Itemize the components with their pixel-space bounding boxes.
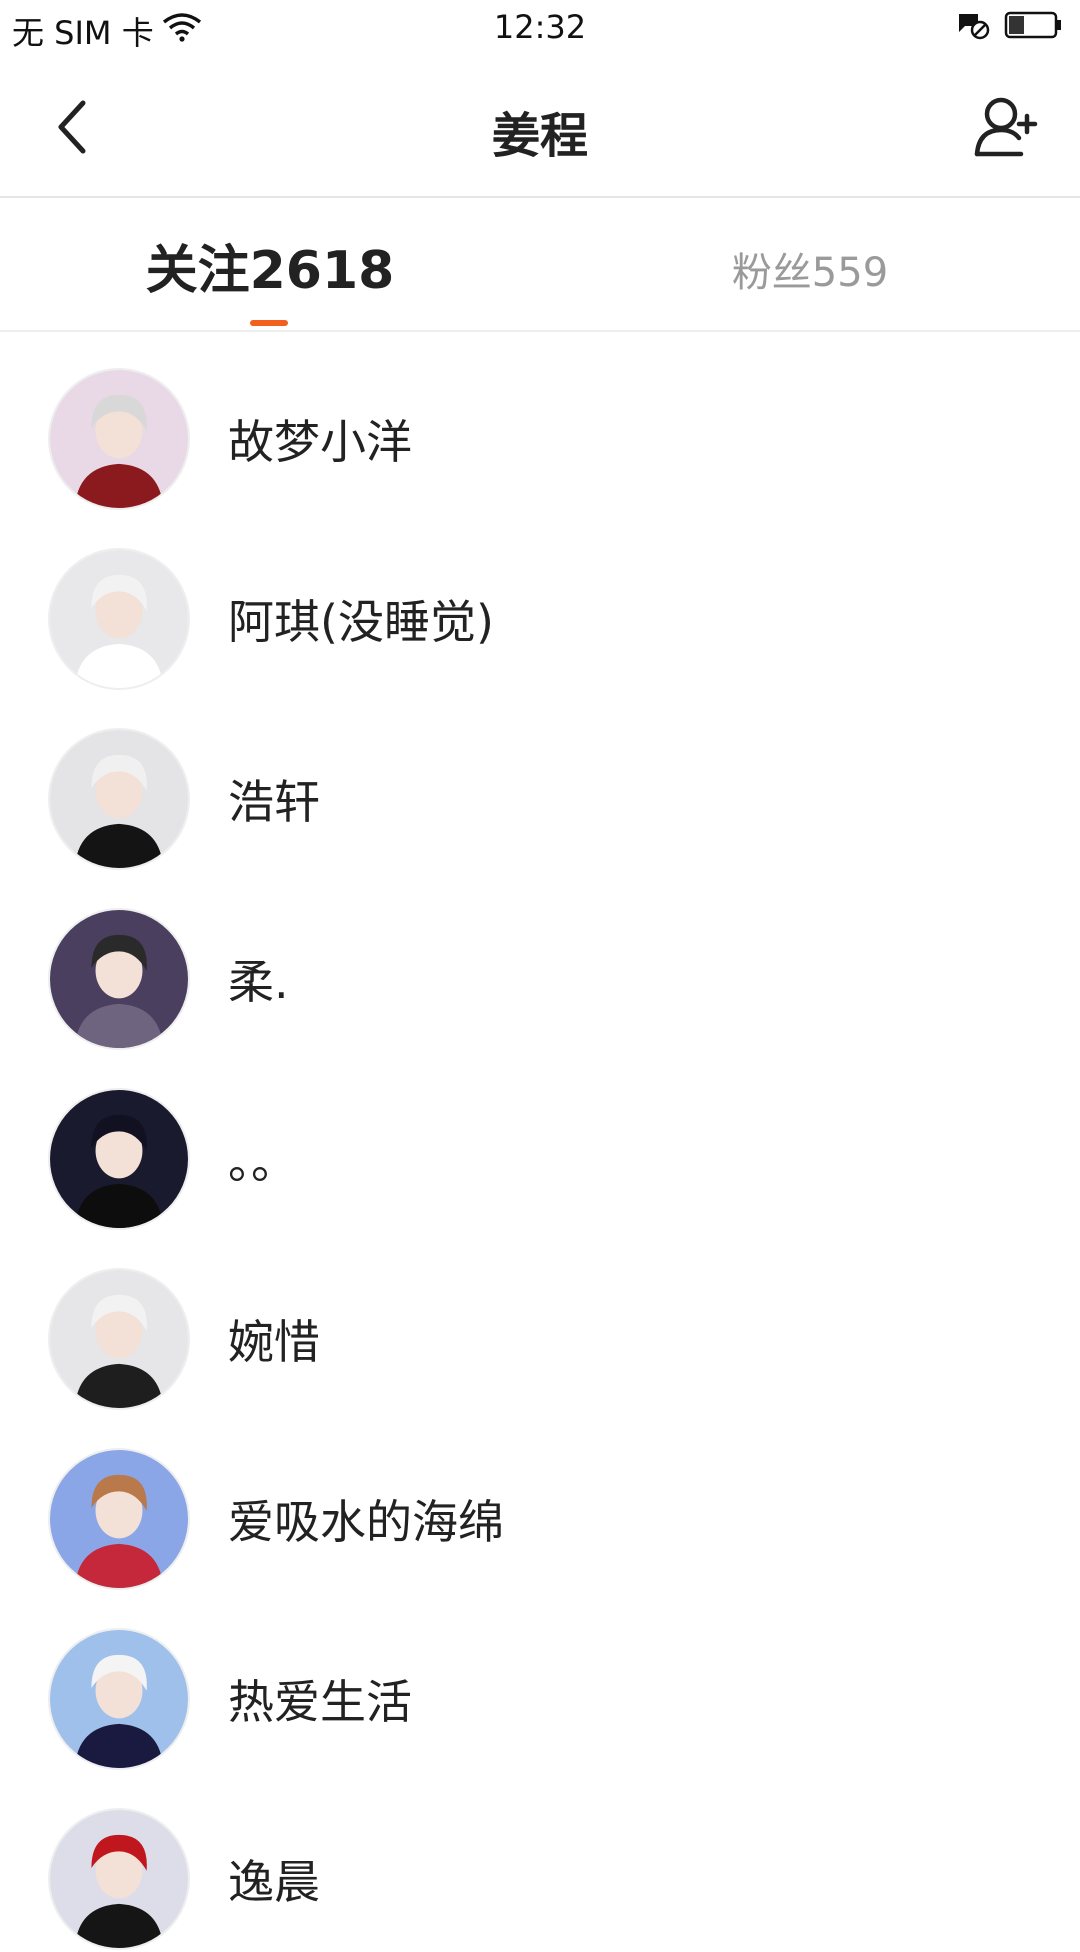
tab-bar: 关注2618 粉丝559 (0, 198, 1080, 332)
user-name: 婉惜 (228, 1315, 320, 1369)
user-name: 逸晨 (228, 1855, 320, 1909)
avatar[interactable] (48, 1628, 190, 1770)
page-title: 姜程 (491, 108, 588, 164)
avatar[interactable] (48, 368, 190, 510)
tab-following[interactable]: 关注2618 (0, 228, 540, 303)
avatar[interactable] (48, 1268, 190, 1410)
user-name: 浩轩 (228, 775, 320, 829)
list-item[interactable]: 阿琪(没睡觉) (0, 512, 1080, 692)
user-name: 阿琪(没睡觉) (228, 595, 494, 649)
list-item[interactable]: 热爱生活 (0, 1592, 1080, 1772)
status-time: 12:32 (493, 8, 587, 46)
active-tab-indicator (250, 320, 288, 326)
user-name: 故梦小洋 (228, 415, 412, 469)
user-name: 爱吸水的海绵 (228, 1495, 504, 1549)
status-right (956, 10, 1064, 48)
list-item[interactable]: 爱吸水的海绵 (0, 1412, 1080, 1592)
list-item[interactable]: 逸晨 (0, 1772, 1080, 1952)
user-name: 。。 (228, 1135, 297, 1189)
avatar[interactable] (48, 1448, 190, 1590)
list-item[interactable]: 柔. (0, 872, 1080, 1052)
avatar[interactable] (48, 728, 190, 870)
notification-muted-icon (956, 10, 990, 48)
list-item[interactable]: 。。 (0, 1052, 1080, 1232)
list-item[interactable]: 故梦小洋 (0, 332, 1080, 512)
avatar[interactable] (48, 548, 190, 690)
list-item[interactable]: 婉惜 (0, 1232, 1080, 1412)
user-name: 热爱生活 (228, 1675, 412, 1729)
add-user-icon (973, 94, 1039, 162)
battery-icon (1004, 10, 1064, 48)
avatar[interactable] (48, 1088, 190, 1230)
list-item[interactable]: 浩轩 (0, 692, 1080, 872)
add-friend-button[interactable] (968, 90, 1044, 166)
user-name: 柔. (228, 955, 289, 1009)
header: 姜程 (0, 56, 1080, 198)
avatar[interactable] (48, 1808, 190, 1950)
following-list: 故梦小洋阿琪(没睡觉) 浩轩柔. 。。婉惜爱吸水的海绵 热爱生活逸晨 (0, 332, 1080, 1952)
status-bar: 无 SIM 卡 12:32 (0, 0, 1080, 56)
tab-fans[interactable]: 粉丝559 (540, 240, 1080, 298)
avatar[interactable] (48, 908, 190, 1050)
